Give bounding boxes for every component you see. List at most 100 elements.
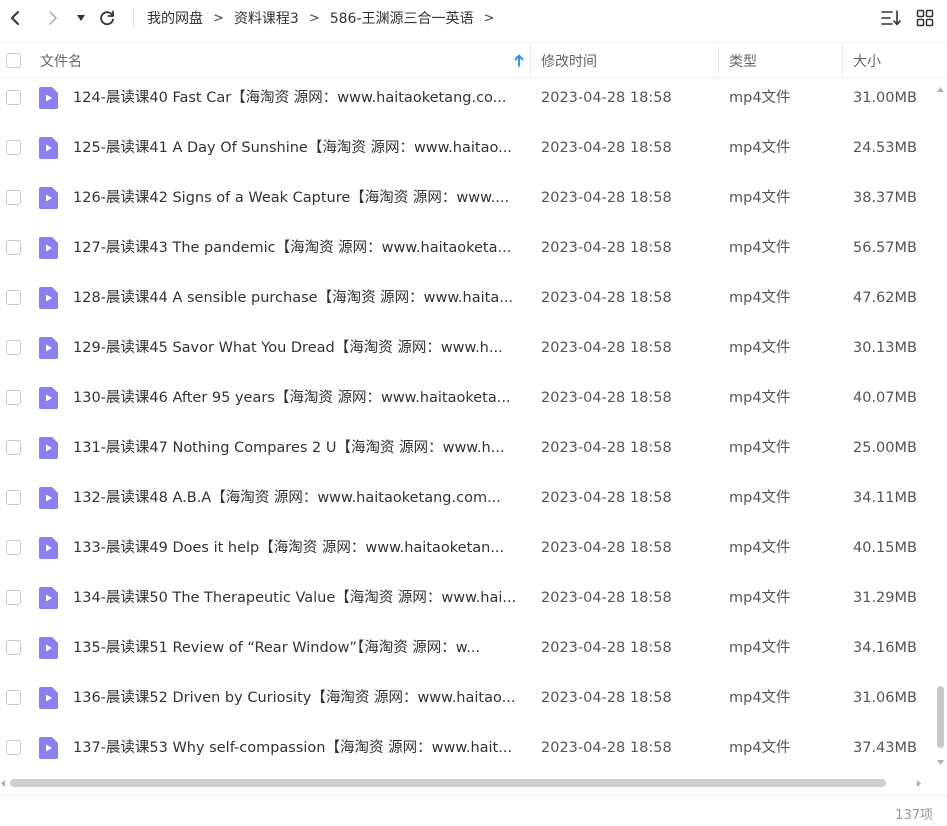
grid-view-button[interactable] bbox=[913, 6, 937, 30]
file-modified-time: 2023-04-28 18:58 bbox=[541, 690, 672, 706]
row-checkbox[interactable] bbox=[6, 690, 21, 705]
row-checkbox[interactable] bbox=[6, 390, 21, 405]
scroll-right-arrow-icon[interactable] bbox=[916, 779, 922, 788]
file-row[interactable]: 132-晨读课48 A.B.A【海淘资 源网：www.haitaoketang.… bbox=[0, 478, 933, 528]
row-checkbox[interactable] bbox=[6, 640, 21, 655]
column-divider bbox=[530, 43, 531, 78]
refresh-icon bbox=[100, 10, 114, 26]
column-header: 文件名 修改时间 类型 大小 bbox=[0, 42, 947, 78]
file-name[interactable]: 131-晨读课47 Nothing Compares 2 U【海淘资 源网：ww… bbox=[73, 428, 523, 468]
back-button[interactable] bbox=[2, 5, 28, 31]
scroll-up-arrow-icon[interactable] bbox=[936, 86, 945, 93]
scroll-down-arrow-icon[interactable] bbox=[936, 759, 945, 766]
file-size: 31.29MB bbox=[853, 590, 917, 606]
video-file-icon bbox=[39, 87, 58, 109]
file-size: 25.00MB bbox=[853, 440, 917, 456]
file-row[interactable]: 124-晨读课40 Fast Car【海淘资 源网：www.haitaoketa… bbox=[0, 78, 933, 128]
file-name[interactable]: 133-晨读课49 Does it help【海淘资 源网：www.haitao… bbox=[73, 528, 523, 568]
column-size[interactable]: 大小 bbox=[853, 43, 881, 78]
file-row[interactable]: 127-晨读课43 The pandemic【海淘资 源网：www.haitao… bbox=[0, 228, 933, 278]
file-modified-time: 2023-04-28 18:58 bbox=[541, 640, 672, 656]
file-type: mp4文件 bbox=[729, 290, 791, 306]
row-checkbox[interactable] bbox=[6, 90, 21, 105]
file-row[interactable]: 128-晨读课44 A sensible purchase【海淘资 源网：www… bbox=[0, 278, 933, 328]
select-all-checkbox[interactable] bbox=[6, 53, 21, 68]
chevron-left-icon bbox=[11, 11, 19, 25]
file-row[interactable]: 134-晨读课50 The Therapeutic Value【海淘资 源网：w… bbox=[0, 578, 933, 628]
vertical-scrollbar[interactable] bbox=[934, 82, 947, 772]
history-dropdown-button[interactable] bbox=[70, 5, 92, 31]
file-size: 34.11MB bbox=[853, 490, 917, 506]
column-type[interactable]: 类型 bbox=[729, 43, 757, 78]
breadcrumb-item-current[interactable]: 586-王渊源三合一英语 bbox=[330, 8, 474, 28]
breadcrumb-item-root[interactable]: 我的网盘 bbox=[147, 8, 203, 28]
column-type-label: 类型 bbox=[729, 53, 757, 70]
file-size: 34.16MB bbox=[853, 640, 917, 656]
breadcrumb-item-folder[interactable]: 资料课程3 bbox=[234, 8, 299, 28]
breadcrumb: 我的网盘 > 资料课程3 > 586-王渊源三合一英语 > bbox=[147, 0, 504, 36]
toolbar: 我的网盘 > 资料课程3 > 586-王渊源三合一英语 > bbox=[0, 0, 947, 36]
refresh-button[interactable] bbox=[94, 5, 120, 31]
vertical-scrollbar-thumb[interactable] bbox=[937, 686, 944, 748]
video-file-icon bbox=[39, 687, 58, 709]
file-name[interactable]: 124-晨读课40 Fast Car【海淘资 源网：www.haitaoketa… bbox=[73, 78, 523, 118]
grid-view-icon bbox=[916, 9, 934, 27]
file-row[interactable]: 130-晨读课46 After 95 years【海淘资 源网：www.hait… bbox=[0, 378, 933, 428]
file-size: 47.62MB bbox=[853, 290, 917, 306]
file-name[interactable]: 137-晨读课53 Why self-compassion【海淘资 源网：www… bbox=[73, 728, 523, 768]
video-file-icon bbox=[39, 237, 58, 259]
file-name[interactable]: 127-晨读课43 The pandemic【海淘资 源网：www.haitao… bbox=[73, 228, 523, 268]
scroll-left-arrow-icon[interactable] bbox=[0, 779, 6, 788]
column-modified[interactable]: 修改时间 bbox=[541, 43, 597, 78]
file-name[interactable]: 125-晨读课41 A Day Of Sunshine【海淘资 源网：www.h… bbox=[73, 128, 523, 168]
file-row[interactable]: 125-晨读课41 A Day Of Sunshine【海淘资 源网：www.h… bbox=[0, 128, 933, 178]
file-name[interactable]: 136-晨读课52 Driven by Curiosity【海淘资 源网：www… bbox=[73, 678, 523, 718]
row-checkbox[interactable] bbox=[6, 740, 21, 755]
breadcrumb-separator: > bbox=[213, 10, 224, 26]
sort-menu-button[interactable] bbox=[879, 6, 903, 30]
file-row[interactable]: 137-晨读课53 Why self-compassion【海淘资 源网：www… bbox=[0, 728, 933, 772]
row-checkbox[interactable] bbox=[6, 240, 21, 255]
file-name[interactable]: 126-晨读课42 Signs of a Weak Capture【海淘资 源网… bbox=[73, 178, 523, 218]
video-file-icon bbox=[39, 587, 58, 609]
file-name[interactable]: 132-晨读课48 A.B.A【海淘资 源网：www.haitaoketang.… bbox=[73, 478, 523, 518]
status-bar: 137项 bbox=[0, 795, 947, 826]
file-name[interactable]: 129-晨读课45 Savor What You Dread【海淘资 源网：ww… bbox=[73, 328, 523, 368]
file-name[interactable]: 128-晨读课44 A sensible purchase【海淘资 源网：www… bbox=[73, 278, 523, 318]
row-checkbox[interactable] bbox=[6, 590, 21, 605]
file-type: mp4文件 bbox=[729, 740, 791, 756]
file-row[interactable]: 133-晨读课49 Does it help【海淘资 源网：www.haitao… bbox=[0, 528, 933, 578]
horizontal-scrollbar-thumb[interactable] bbox=[10, 779, 886, 787]
breadcrumb-separator: > bbox=[483, 10, 495, 26]
file-type: mp4文件 bbox=[729, 440, 791, 456]
file-row[interactable]: 135-晨读课51 Review of “Rear Window”【海淘资 源网… bbox=[0, 628, 933, 678]
row-checkbox[interactable] bbox=[6, 340, 21, 355]
row-checkbox[interactable] bbox=[6, 290, 21, 305]
file-row[interactable]: 131-晨读课47 Nothing Compares 2 U【海淘资 源网：ww… bbox=[0, 428, 933, 478]
file-row[interactable]: 136-晨读课52 Driven by Curiosity【海淘资 源网：www… bbox=[0, 678, 933, 728]
file-name[interactable]: 135-晨读课51 Review of “Rear Window”【海淘资 源网… bbox=[73, 628, 523, 668]
video-file-icon bbox=[39, 487, 58, 509]
column-name[interactable]: 文件名 bbox=[40, 43, 530, 78]
row-checkbox[interactable] bbox=[6, 540, 21, 555]
row-checkbox[interactable] bbox=[6, 140, 21, 155]
row-checkbox[interactable] bbox=[6, 490, 21, 505]
horizontal-scrollbar[interactable] bbox=[0, 775, 933, 791]
file-modified-time: 2023-04-28 18:58 bbox=[541, 90, 672, 106]
video-file-icon bbox=[39, 187, 58, 209]
file-modified-time: 2023-04-28 18:58 bbox=[541, 440, 672, 456]
row-checkbox[interactable] bbox=[6, 190, 21, 205]
file-name[interactable]: 130-晨读课46 After 95 years【海淘资 源网：www.hait… bbox=[73, 378, 523, 418]
video-file-icon bbox=[39, 287, 58, 309]
file-name[interactable]: 134-晨读课50 The Therapeutic Value【海淘资 源网：w… bbox=[73, 578, 523, 618]
file-size: 40.15MB bbox=[853, 540, 917, 556]
toolbar-divider bbox=[133, 8, 134, 28]
file-row[interactable]: 129-晨读课45 Savor What You Dread【海淘资 源网：ww… bbox=[0, 328, 933, 378]
row-checkbox[interactable] bbox=[6, 440, 21, 455]
file-row[interactable]: 126-晨读课42 Signs of a Weak Capture【海淘资 源网… bbox=[0, 178, 933, 228]
file-size: 56.57MB bbox=[853, 240, 917, 256]
forward-button[interactable] bbox=[40, 5, 66, 31]
sort-up-arrow-icon bbox=[514, 54, 524, 67]
chevron-right-icon bbox=[49, 11, 57, 25]
file-type: mp4文件 bbox=[729, 190, 791, 206]
